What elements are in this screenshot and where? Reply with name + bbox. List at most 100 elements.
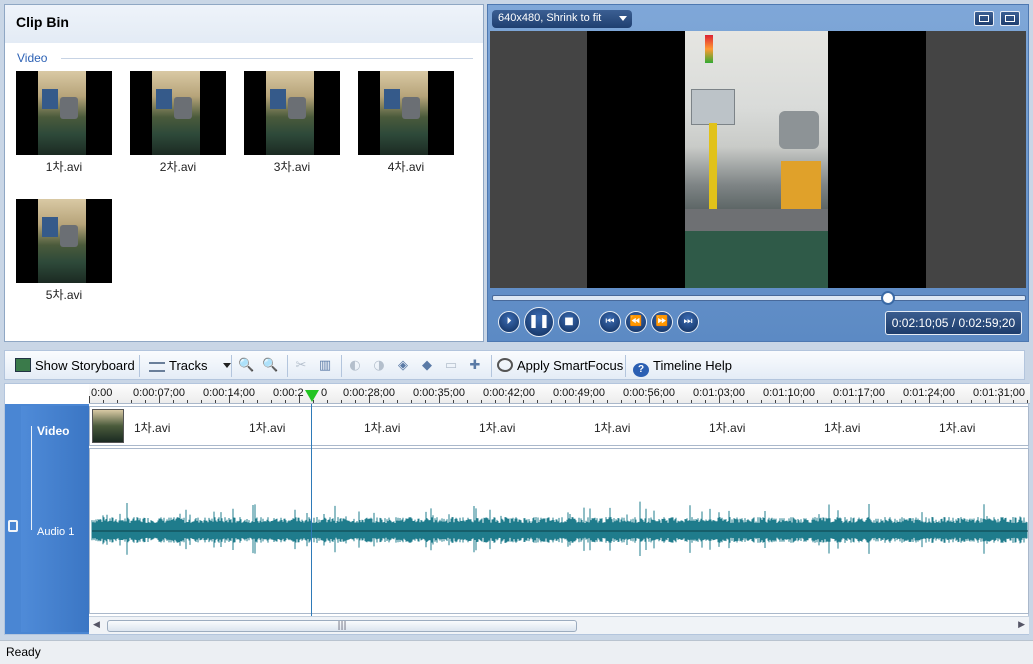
cut-icon[interactable]: ✂ [293,358,309,374]
zoom-out-icon[interactable]: 🔍 [262,358,278,374]
mask-icon[interactable]: ◈ [395,358,411,374]
video-track[interactable]: 1차.avi 1차.avi 1차.avi 1차.avi 1차.avi 1차.av… [89,406,1029,446]
split-clip-icon[interactable]: ▥ [317,358,333,374]
transition-icon[interactable]: ◑ [371,358,387,374]
clip-name: 2차.avi [159,160,197,174]
rewind-icon: ⏪ [629,316,643,327]
ruler-tick-mark [257,400,258,403]
rewind-button[interactable]: ⏪ [625,311,647,333]
ruler-tick-mark [229,396,230,403]
time-ruler[interactable]: 0:00 0:00:07;00 0:00:14;00 0:00:2 0 0:00:28;0… [89,384,1030,404]
fullscreen-icon [979,15,989,22]
clip-thumbnail[interactable]: 4차.avi [358,71,454,175]
horizontal-scrollbar[interactable]: ◀ ||| ▶ [89,616,1029,634]
fullscreen-button[interactable] [974,11,994,26]
timeline-clip-label[interactable]: 1차.avi [824,419,860,436]
preview-panel: 640x480, Shrink to fit ⏵ ❚❚ ■ ⏮ ⏪ ⏩ ⏭ 0:… [487,4,1029,342]
ruler-tick-mark [523,400,524,403]
ruler-tick-mark [397,400,398,403]
timeline-clip-label[interactable]: 1차.avi [364,419,400,436]
zoom-in-icon[interactable]: 🔍 [238,358,254,374]
clip-group-label[interactable]: Video [17,51,47,65]
ruler-tick-mark [355,400,356,403]
ruler-tick-mark [243,400,244,403]
ruler-tick-mark [159,396,160,403]
video-track-label[interactable]: Video [37,424,69,438]
pause-button[interactable]: ❚❚ [524,307,554,337]
ruler-tick-mark [761,400,762,403]
ruler-tick-mark [565,400,566,403]
timeline-clip-label[interactable]: 1차.avi [709,419,745,436]
toolbar-separator [287,355,288,377]
ruler-tick-mark [89,396,90,403]
ruler-tick-mark [341,400,342,403]
add-effect-icon[interactable]: ✚ [467,358,483,374]
resolution-dropdown[interactable]: 640x480, Shrink to fit [492,10,632,28]
tracks-dropdown-button[interactable]: Tracks [149,356,232,376]
scroll-left-icon[interactable]: ◀ [93,620,100,630]
export-icon[interactable]: ▭ [443,358,459,374]
video-viewport[interactable] [490,31,1026,288]
ruler-tick-mark [789,396,790,403]
color-icon[interactable]: ◆ [419,358,435,374]
ruler-tick-mark [411,400,412,403]
audio-track-label[interactable]: Audio 1 [37,526,74,538]
ruler-tick-mark [509,396,510,403]
ruler-tick-label: 0 [321,387,328,399]
seek-bar[interactable] [492,291,1026,305]
ruler-tick-mark [691,400,692,403]
playhead-line [311,404,312,616]
timeline-clip-label[interactable]: 1차.avi [594,419,630,436]
clip-thumbnail[interactable]: 3차.avi [244,71,340,175]
ruler-tick-mark [579,396,580,403]
lock-icon[interactable] [8,520,18,532]
ruler-tick-mark [733,400,734,403]
previous-button[interactable]: ⏮ [599,311,621,333]
seek-handle[interactable] [881,291,895,305]
help-icon: ? [633,363,649,377]
show-storyboard-button[interactable]: Show Storyboard [15,356,135,376]
apply-smartfocus-button[interactable]: Apply SmartFocus [497,356,623,376]
ruler-tick-mark [775,400,776,403]
fast-forward-button[interactable]: ⏩ [651,311,673,333]
toolbar-separator [231,355,232,377]
timeline-toolbar: Show Storyboard Tracks 🔍 🔍 ✂ ▥ ◐ ◑ ◈ ◆ ▭… [4,350,1025,380]
storyboard-icon [15,358,31,372]
ruler-tick-mark [943,400,944,403]
waveform-path [91,501,1028,556]
detach-preview-button[interactable] [1000,11,1020,26]
clip-thumbnail[interactable]: 5차.avi [16,199,112,303]
ruler-tick-mark [971,400,972,403]
tracks-icon [149,362,165,372]
ruler-tick-mark [1027,400,1028,403]
effect-icon[interactable]: ◐ [347,358,363,374]
scrollbar-thumb[interactable]: ||| [107,620,577,632]
timeline-clip-label[interactable]: 1차.avi [134,419,170,436]
status-text: Ready [6,645,41,659]
timeline-help-button[interactable]: ? Timeline Help [633,356,732,377]
clip-thumbnail[interactable]: 2차.avi [130,71,226,175]
timeline-clip-label[interactable]: 1차.avi [479,419,515,436]
ruler-tick-mark [873,400,874,403]
clip-name: 5차.avi [45,288,83,302]
stop-button[interactable]: ■ [558,311,580,333]
timeline-panel: 0:00 0:00:07;00 0:00:14;00 0:00:2 0 0:00:28;0… [4,383,1030,635]
ruler-tick-mark [831,400,832,403]
timeline-clip-label[interactable]: 1차.avi [939,419,975,436]
toolbar-separator [491,355,492,377]
ruler-tick-mark [299,396,300,403]
chevron-down-icon [223,363,232,368]
next-button[interactable]: ⏭ [677,311,699,333]
playhead-marker[interactable] [305,390,319,402]
clip-thumbnail[interactable]: 1차.avi [16,71,112,175]
video-frame [685,31,828,288]
scroll-right-icon[interactable]: ▶ [1018,620,1025,630]
audio-track[interactable] [89,448,1029,614]
ruler-tick-mark [915,400,916,403]
ruler-tick-mark [369,396,370,403]
audio-waveform [91,501,1028,556]
ruler-tick-mark [215,400,216,403]
play-frame-button[interactable]: ⏵ [498,311,520,333]
timeline-clip-label[interactable]: 1차.avi [249,419,285,436]
fast-forward-icon: ⏩ [655,316,669,327]
